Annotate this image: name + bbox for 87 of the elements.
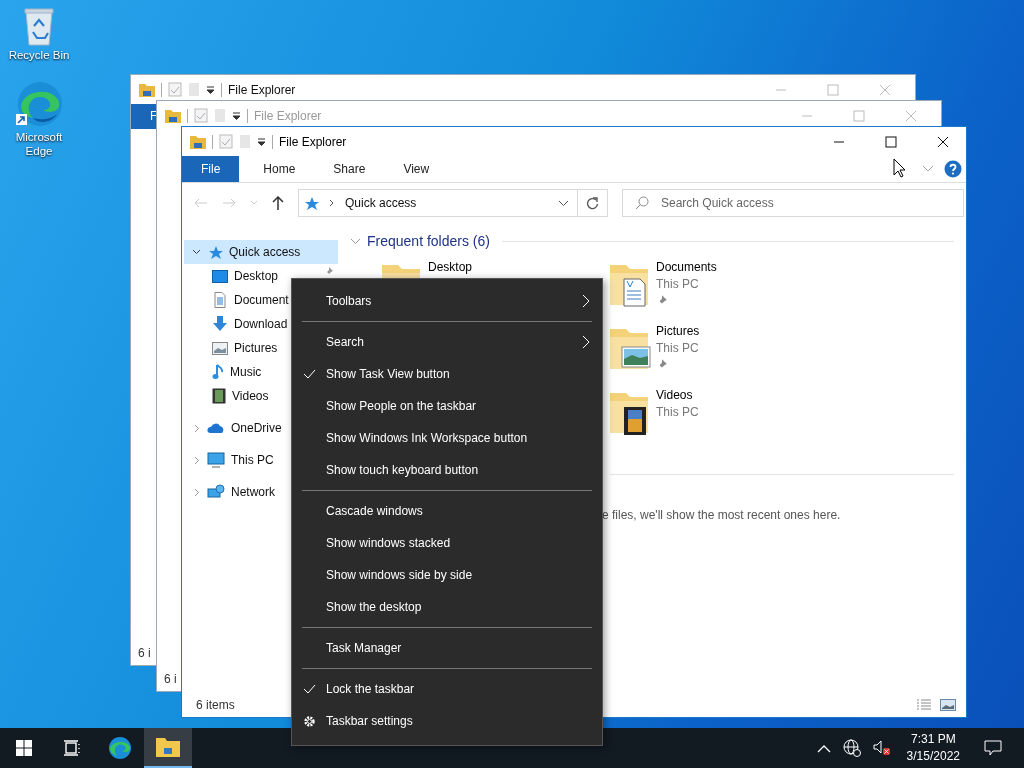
menu-item[interactable]: Task Manager bbox=[292, 632, 602, 664]
network-icon bbox=[207, 484, 225, 500]
chevron-down-icon[interactable] bbox=[192, 249, 201, 255]
folder-location: This PC bbox=[656, 405, 699, 419]
folder-icon[interactable] bbox=[165, 108, 181, 123]
close-icon[interactable] bbox=[905, 109, 917, 122]
status-text: 6 i bbox=[164, 672, 177, 686]
globe-icon[interactable] bbox=[842, 739, 861, 757]
window-title: File Explorer bbox=[254, 108, 322, 123]
folder-location: This PC bbox=[656, 341, 700, 355]
window-title: File Explorer bbox=[228, 82, 296, 97]
window-title: File Explorer bbox=[279, 134, 347, 149]
folder-name[interactable]: Desktop bbox=[428, 261, 473, 274]
ribbon-tab[interactable]: File bbox=[182, 156, 240, 182]
section-title[interactable]: Frequent folders (6) bbox=[367, 233, 490, 249]
dropdown-icon[interactable] bbox=[257, 137, 266, 146]
chevron-down-icon bbox=[558, 199, 569, 207]
edge-icon bbox=[108, 736, 132, 760]
edge-icon[interactable] bbox=[15, 80, 63, 128]
task-view-icon bbox=[63, 740, 81, 756]
status-text: 6 items bbox=[196, 698, 235, 712]
chevron-right-icon[interactable] bbox=[192, 487, 201, 497]
help-icon[interactable] bbox=[944, 160, 962, 178]
menu-item[interactable]: Show Windows Ink Workspace button bbox=[292, 422, 602, 454]
recent-files-note: e files, we'll show the most recent ones here. bbox=[602, 508, 842, 522]
refresh-button[interactable] bbox=[578, 189, 608, 217]
maximize-icon bbox=[885, 135, 897, 148]
ribbon-tab[interactable]: Share bbox=[319, 156, 380, 182]
search-field[interactable]: Search Quick access bbox=[622, 189, 964, 217]
ribbon-tab[interactable]: Home bbox=[249, 156, 310, 182]
folder-location: This PC bbox=[656, 277, 700, 291]
menu-item[interactable]: Toolbars bbox=[292, 285, 602, 317]
ribbon-tab[interactable]: View bbox=[389, 156, 444, 182]
music-note-icon bbox=[212, 364, 224, 380]
nav-item[interactable]: Quick access bbox=[184, 240, 338, 264]
details-view-icon[interactable] bbox=[916, 699, 932, 711]
nav-item[interactable]: Desktop bbox=[184, 264, 338, 288]
mouse-cursor-icon bbox=[893, 158, 907, 178]
chevron-right-icon[interactable] bbox=[192, 423, 201, 433]
settings-icon bbox=[302, 714, 316, 728]
dropdown-icon[interactable] bbox=[232, 111, 241, 120]
folder-name[interactable]: Pictures bbox=[656, 325, 700, 338]
search-icon bbox=[635, 196, 649, 210]
star-icon bbox=[207, 244, 223, 260]
folder-icon[interactable] bbox=[139, 82, 155, 97]
status-text: 6 i bbox=[138, 646, 151, 660]
menu-item[interactable]: Show windows side by side bbox=[292, 559, 602, 591]
notification-icon[interactable] bbox=[984, 740, 1002, 756]
up-arrow-icon[interactable] bbox=[272, 196, 284, 210]
film-icon bbox=[212, 388, 226, 404]
properties-icon[interactable] bbox=[219, 134, 233, 149]
cloud-icon bbox=[207, 422, 225, 434]
close-icon bbox=[937, 135, 949, 148]
menu-item[interactable]: Lock the taskbar bbox=[292, 673, 602, 705]
menu-item[interactable]: Show windows stacked bbox=[292, 527, 602, 559]
large-icons-view-icon[interactable] bbox=[940, 699, 956, 711]
speaker-muted-icon[interactable] bbox=[872, 740, 891, 756]
dropdown-icon[interactable] bbox=[206, 85, 215, 94]
menu-item[interactable]: Show the desktop bbox=[292, 591, 602, 623]
refresh-icon bbox=[586, 196, 599, 210]
menu-item[interactable]: Show People on the taskbar bbox=[292, 390, 602, 422]
recycle-bin-icon[interactable] bbox=[22, 6, 56, 46]
close-icon[interactable] bbox=[879, 83, 891, 96]
star-icon bbox=[303, 195, 319, 211]
monitor-icon bbox=[207, 452, 225, 468]
folder-name[interactable]: Videos bbox=[656, 389, 699, 402]
menu-item[interactable]: Search bbox=[292, 326, 602, 358]
folder-name[interactable]: Documents bbox=[656, 261, 717, 274]
menu-item[interactable]: Taskbar settings bbox=[292, 705, 602, 737]
properties-icon[interactable] bbox=[168, 82, 182, 97]
address-bar[interactable]: Quick access bbox=[298, 189, 578, 217]
menu-item[interactable]: Show Task View button bbox=[292, 358, 602, 390]
windows-logo-icon bbox=[16, 740, 32, 756]
chevron-right-icon[interactable] bbox=[192, 455, 201, 465]
chevron-up-icon[interactable] bbox=[816, 743, 831, 753]
document-icon bbox=[212, 292, 228, 308]
desktop-icon bbox=[212, 269, 228, 283]
folder-icon[interactable] bbox=[190, 134, 206, 149]
chevron-right-icon bbox=[329, 199, 335, 207]
folder-icon bbox=[156, 737, 180, 757]
menu-item[interactable]: Show touch keyboard button bbox=[292, 454, 602, 486]
taskbar-app-button[interactable] bbox=[144, 728, 192, 768]
properties-icon[interactable] bbox=[194, 108, 208, 123]
download-arrow-icon bbox=[212, 316, 228, 332]
clock-button[interactable]: 7:31 PM 3/15/2022 bbox=[906, 731, 960, 765]
menu-item[interactable]: Cascade windows bbox=[292, 495, 602, 527]
picture-icon bbox=[212, 341, 228, 355]
